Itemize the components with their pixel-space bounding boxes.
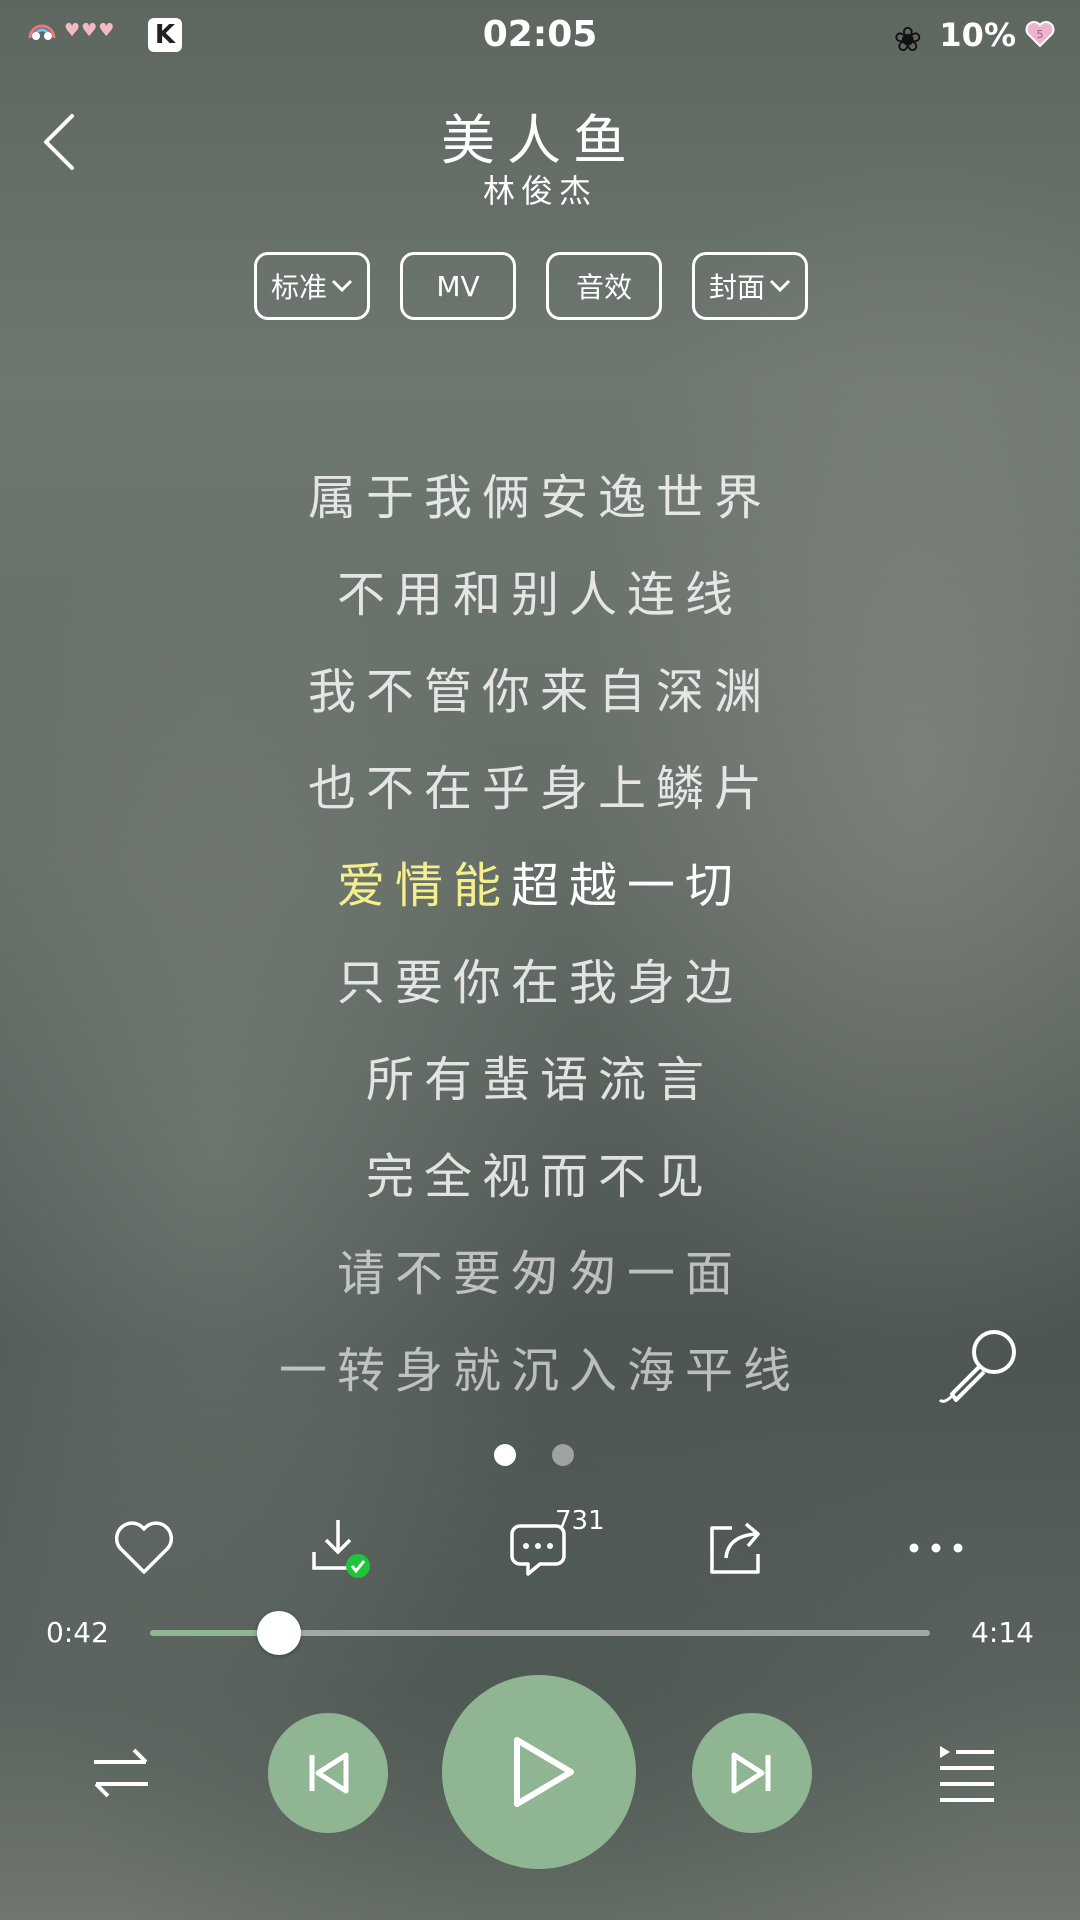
previous-icon <box>309 1752 349 1794</box>
status-bar: ♥♥♥ K 02:05 ❀ 10% 5 <box>0 0 1080 70</box>
lyric-line: 不用和别人连线 <box>336 567 743 623</box>
lyric-line: 属于我俩安逸世界 <box>307 470 772 526</box>
lyric-line: 我不管你来自深渊 <box>307 664 772 720</box>
lyric-line: 所有蜚语流言 <box>365 1052 714 1108</box>
playlist-icon[interactable] <box>936 1742 998 1804</box>
sound-effect-chip[interactable]: 音效 <box>546 252 662 320</box>
comment-count: 731 <box>555 1506 605 1536</box>
next-button[interactable] <box>692 1713 812 1833</box>
lyric-line: 一转身就沉入海平线 <box>278 1343 801 1399</box>
lyrics-panel[interactable]: 属于我俩安逸世界 不用和别人连线 我不管你来自深渊 也不在乎身上鳞片 爱情能超越… <box>0 450 1080 1420</box>
page-indicator <box>494 1444 574 1466</box>
page-dot[interactable] <box>552 1444 574 1466</box>
song-title: 美人鱼 <box>441 109 639 172</box>
chip-label: 标准 <box>270 271 327 304</box>
heart-icon[interactable] <box>112 1516 176 1580</box>
artist-name[interactable]: 林俊杰 <box>0 166 1080 212</box>
play-button[interactable] <box>442 1675 636 1869</box>
chevron-down-icon <box>331 279 353 293</box>
battery-level: 10% <box>939 16 1016 54</box>
lyric-line: 只要你在我身边 <box>336 955 743 1011</box>
microphone-icon[interactable] <box>938 1326 1020 1408</box>
chip-label: MV <box>436 269 480 303</box>
lyric-line: 也不在乎身上鳞片 <box>307 761 772 817</box>
previous-button[interactable] <box>268 1713 388 1833</box>
total-time: 4:14 <box>971 1616 1034 1649</box>
lyric-line-active: 爱情能超越一切 <box>0 838 1080 935</box>
shuffle-icon[interactable] <box>90 1742 152 1804</box>
more-icon[interactable] <box>904 1516 968 1580</box>
quality-chip[interactable]: 标准 <box>254 252 370 320</box>
svg-text:5: 5 <box>1037 28 1044 41</box>
play-icon <box>514 1737 574 1807</box>
current-time: 0:42 <box>46 1616 109 1649</box>
progress-knob[interactable] <box>257 1611 301 1655</box>
page-dot-active[interactable] <box>494 1444 516 1466</box>
lyric-sung-part: 爱情能 <box>336 858 511 914</box>
download-done-icon[interactable] <box>308 1516 372 1580</box>
cover-chip[interactable]: 封面 <box>692 252 808 320</box>
lyric-line: 完全视而不见 <box>365 1149 714 1205</box>
flower-icon: ❀ <box>893 20 923 60</box>
lyric-unsung-part: 超越一切 <box>511 858 744 914</box>
lyric-line: 请不要匆匆一面 <box>336 1246 743 1302</box>
chip-label: 音效 <box>575 271 632 304</box>
next-icon <box>731 1752 771 1794</box>
chip-label: 封面 <box>708 271 765 304</box>
share-icon[interactable] <box>706 1516 770 1580</box>
option-chips: 标准 MV 音效 封面 <box>254 252 808 320</box>
chevron-down-icon <box>769 279 791 293</box>
heart-battery-icon: 5 <box>1025 21 1055 48</box>
mv-chip[interactable]: MV <box>400 252 516 320</box>
